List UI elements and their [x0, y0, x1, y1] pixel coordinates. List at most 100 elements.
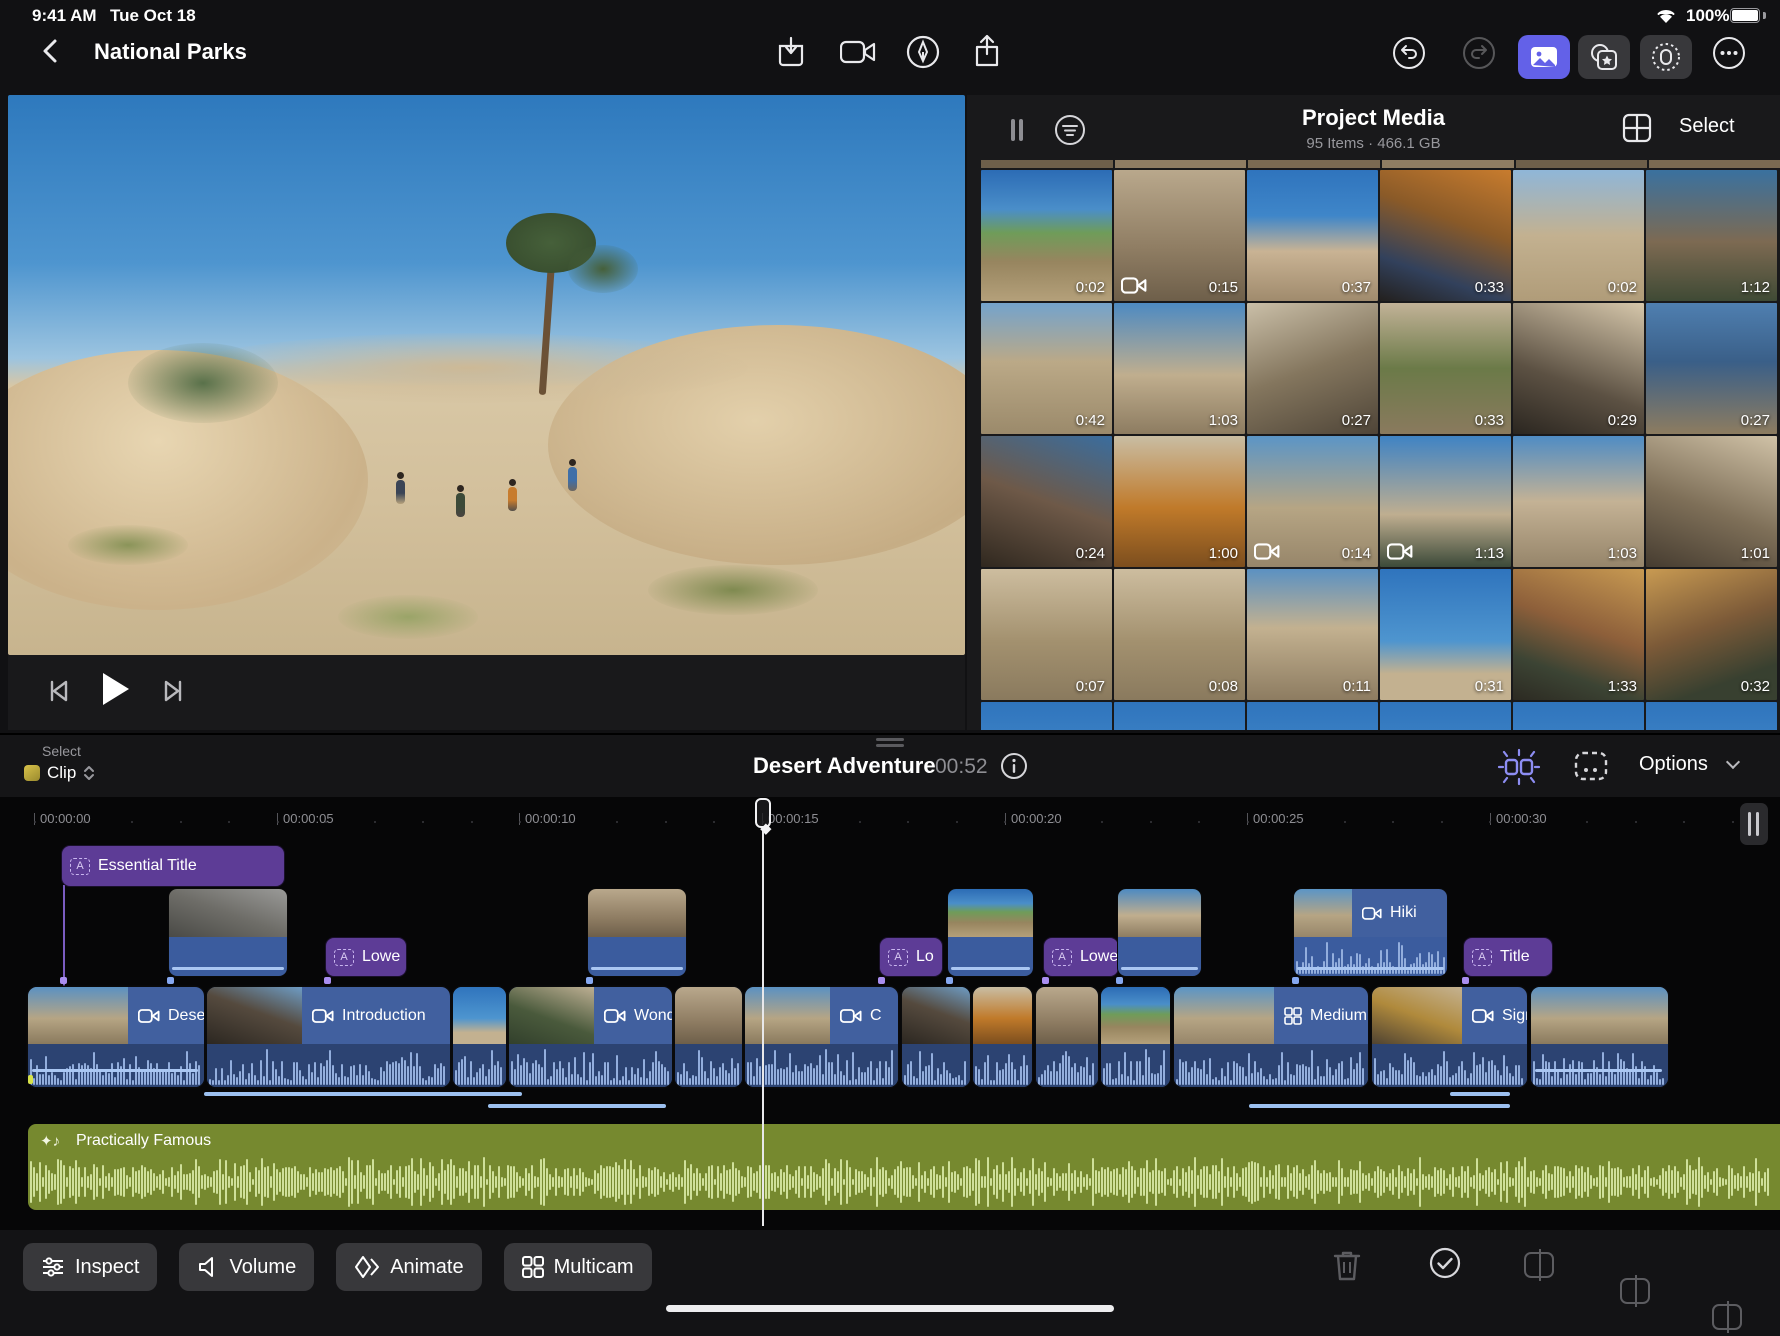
range-bar[interactable] — [488, 1104, 666, 1108]
range-bar[interactable] — [1249, 1104, 1510, 1108]
trim-both-button[interactable] — [1620, 1278, 1650, 1304]
panel-resize-handle[interactable] — [876, 738, 904, 748]
media-item[interactable]: 1:00 — [1114, 436, 1245, 567]
main-clip[interactable]: Wond — [509, 987, 672, 1087]
media-item[interactable]: 0:31 — [1380, 569, 1511, 700]
media-item[interactable]: 1:12 — [1646, 170, 1777, 301]
info-button[interactable] — [1000, 752, 1028, 780]
media-item-partial[interactable] — [1247, 702, 1378, 730]
main-clip[interactable]: Desert — [28, 987, 204, 1087]
ruler-tick — [519, 813, 520, 825]
trim-left-button[interactable] — [1524, 1252, 1554, 1278]
playhead-handle[interactable] — [755, 798, 771, 828]
media-item[interactable]: 0:08 — [1114, 569, 1245, 700]
viewer[interactable] — [8, 95, 965, 655]
media-item-partial[interactable] — [1513, 702, 1644, 730]
connected-clip[interactable] — [169, 889, 287, 976]
main-clip[interactable]: C — [745, 987, 898, 1087]
main-clip[interactable] — [973, 987, 1032, 1087]
timeline-view-toggle[interactable] — [1496, 747, 1542, 787]
jog-wheel-button[interactable] — [1640, 35, 1692, 79]
main-clip[interactable] — [453, 987, 506, 1087]
timeline[interactable]: 00:00:0000:00:0500:00:1000:00:1500:00:20… — [0, 797, 1780, 1230]
media-item-partial[interactable] — [1114, 702, 1245, 730]
options-button[interactable]: Options — [1639, 753, 1708, 776]
trim-right-button[interactable] — [1712, 1304, 1742, 1330]
media-item[interactable]: 0:07 — [981, 569, 1112, 700]
volume-button[interactable]: Volume — [179, 1243, 314, 1291]
media-item[interactable]: 0:02 — [981, 170, 1112, 301]
main-clip[interactable] — [1036, 987, 1098, 1087]
shrub — [68, 525, 188, 565]
main-clip[interactable] — [902, 987, 970, 1087]
title-clip[interactable]: ALowe — [326, 938, 406, 976]
media-item[interactable]: 0:42 — [981, 303, 1112, 434]
media-item-partial[interactable] — [1380, 702, 1511, 730]
import-button[interactable] — [776, 36, 806, 68]
media-item[interactable]: 1:33 — [1513, 569, 1644, 700]
music-clip[interactable]: ✦♪ Practically Famous — [28, 1124, 1780, 1210]
connected-clip[interactable] — [1118, 889, 1201, 976]
inspect-button[interactable]: Inspect — [23, 1243, 157, 1291]
redo-button[interactable] — [1462, 36, 1496, 70]
back-button[interactable] — [38, 38, 64, 64]
main-clip[interactable]: Medium - — [1174, 987, 1368, 1087]
main-clip-top: Introduction — [207, 987, 450, 1044]
undo-button[interactable] — [1392, 36, 1426, 70]
main-clip[interactable] — [675, 987, 742, 1087]
media-item[interactable]: 0:32 — [1646, 569, 1777, 700]
camera-record-button[interactable] — [840, 40, 876, 64]
media-item-partial[interactable] — [981, 702, 1112, 730]
delete-button[interactable] — [1332, 1248, 1362, 1282]
playhead-line[interactable] — [762, 831, 764, 1226]
media-item[interactable]: 1:01 — [1646, 436, 1777, 567]
connected-clip[interactable] — [948, 889, 1033, 976]
clip-appearance-button[interactable] — [1568, 749, 1612, 785]
media-item[interactable]: 0:29 — [1513, 303, 1644, 434]
media-item[interactable]: 0:37 — [1247, 170, 1378, 301]
animate-button[interactable]: Animate — [336, 1243, 481, 1291]
more-button[interactable] — [1712, 36, 1746, 70]
clip-selector[interactable]: Clip — [24, 763, 95, 783]
media-item[interactable]: 1:13 — [1380, 436, 1511, 567]
pencil-tool-button[interactable] — [906, 35, 940, 69]
media-item[interactable]: 0:27 — [1646, 303, 1777, 434]
media-item[interactable]: 0:33 — [1380, 170, 1511, 301]
range-bar[interactable] — [204, 1092, 522, 1096]
media-item[interactable]: 1:03 — [1513, 436, 1644, 567]
media-item[interactable]: 0:02 — [1513, 170, 1644, 301]
skip-forward-button[interactable] — [160, 677, 188, 705]
title-clip[interactable]: ALo — [880, 938, 942, 976]
multicam-button[interactable]: Multicam — [504, 1243, 652, 1291]
main-clip[interactable]: Signs — [1372, 987, 1527, 1087]
timeline-scroll-handle[interactable] — [1740, 803, 1768, 845]
play-button[interactable] — [103, 673, 129, 705]
home-indicator[interactable] — [666, 1305, 1114, 1312]
camera-badge-icon — [1387, 543, 1413, 560]
main-clip[interactable] — [1101, 987, 1170, 1087]
media-item[interactable]: 1:03 — [1114, 303, 1245, 434]
main-clip[interactable] — [1531, 987, 1668, 1087]
share-button[interactable] — [972, 34, 1002, 70]
media-select-button[interactable]: Select — [1679, 115, 1735, 138]
media-item[interactable]: 0:15 — [1114, 170, 1245, 301]
skip-back-button[interactable] — [44, 677, 72, 705]
grid-view-button[interactable] — [1622, 113, 1652, 143]
media-item[interactable]: 0:24 — [981, 436, 1112, 567]
enable-clip-button[interactable] — [1428, 1246, 1462, 1280]
media-item[interactable]: 0:11 — [1247, 569, 1378, 700]
connected-clip[interactable]: Hiki — [1294, 889, 1447, 976]
media-browser-button[interactable] — [1518, 35, 1570, 79]
effects-button[interactable] — [1578, 35, 1630, 79]
media-item-partial[interactable] — [1646, 702, 1777, 730]
clip-thumbnail — [745, 987, 830, 1044]
title-clip[interactable]: ATitle — [1464, 938, 1552, 976]
title-clip[interactable]: ALowe — [1044, 938, 1118, 976]
connected-clip[interactable] — [588, 889, 686, 976]
media-item[interactable]: 0:27 — [1247, 303, 1378, 434]
media-item[interactable]: 0:33 — [1380, 303, 1511, 434]
media-item[interactable]: 0:14 — [1247, 436, 1378, 567]
title-clip[interactable]: AEssential Title — [62, 846, 284, 886]
range-bar[interactable] — [1450, 1092, 1510, 1096]
main-clip[interactable]: Introduction — [207, 987, 450, 1087]
